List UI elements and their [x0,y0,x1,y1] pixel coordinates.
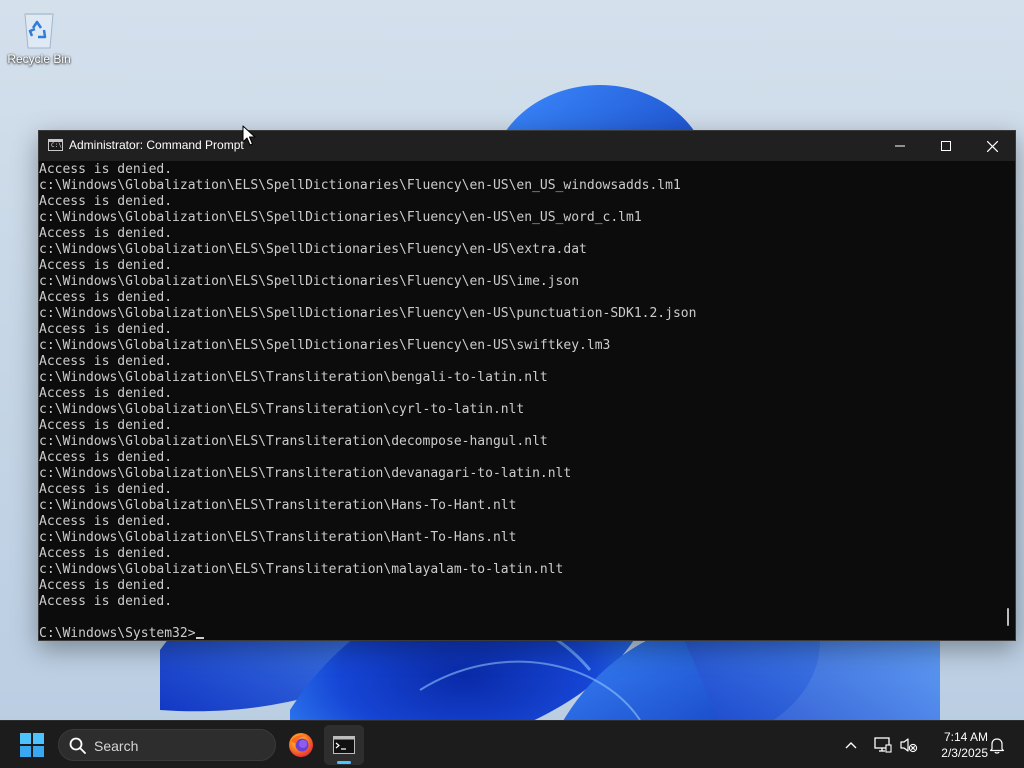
clock-date: 2/3/2025 [941,746,988,760]
console-line: Access is denied. [39,194,173,209]
console-line: c:\Windows\Globalization\ELS\Translitera… [39,434,548,449]
console-line: c:\Windows\Globalization\ELS\SpellDictio… [39,178,681,193]
console-line: c:\Windows\Globalization\ELS\SpellDictio… [39,306,697,321]
notifications-button[interactable] [986,731,1008,759]
chevron-up-icon [845,742,857,749]
show-hidden-icons-button[interactable] [840,731,862,759]
search-label: Search [94,738,139,754]
active-app-indicator [337,761,351,764]
scrollbar-thumb[interactable] [1007,608,1009,626]
volume-button[interactable] [898,731,920,759]
console-line: Access is denied. [39,386,173,401]
taskbar-firefox[interactable] [281,725,321,765]
network-icon [874,737,892,753]
console-line: Access is denied. [39,258,173,273]
taskbar: Search 7:14 AM 2/3/2025 [0,720,1024,768]
console-line: c:\Windows\Globalization\ELS\SpellDictio… [39,242,587,257]
maximize-icon [941,141,951,151]
console-line: Access is denied. [39,290,173,305]
console-line: Access is denied. [39,322,173,337]
close-icon [986,140,998,152]
console-lines: Access is denied. c:\Windows\Globalizatio… [39,162,999,626]
console-line: c:\Windows\Globalization\ELS\Translitera… [39,530,517,545]
command-prompt-window[interactable]: C:\ Administrator: Command Prompt Access… [38,130,1016,641]
console-line: Access is denied. [39,418,173,433]
taskbar-clock[interactable]: 7:14 AM 2/3/2025 [926,729,988,761]
minimize-button[interactable] [877,131,923,161]
console-line: Access is denied. [39,226,173,241]
console-line: Access is denied. [39,594,173,609]
bell-icon [989,737,1005,754]
start-button[interactable] [12,725,52,765]
recycle-bin-label: Recycle Bin [7,52,71,66]
console-line: c:\Windows\Globalization\ELS\SpellDictio… [39,338,611,353]
taskbar-command-prompt[interactable] [324,725,364,765]
console-line: c:\Windows\Globalization\ELS\Translitera… [39,498,517,513]
window-titlebar[interactable]: C:\ Administrator: Command Prompt [39,131,1015,161]
minimize-icon [895,145,905,147]
console-line: c:\Windows\Globalization\ELS\SpellDictio… [39,274,580,289]
console-prompt: C:\Windows\System32> [39,626,196,640]
clock-time: 7:14 AM [943,730,988,744]
taskbar-search[interactable]: Search [58,729,276,761]
console-line: Access is denied. [39,354,173,369]
console-scrollbar[interactable] [998,162,1015,640]
console-line: c:\Windows\Globalization\ELS\Translitera… [39,562,564,577]
console-line: c:\Windows\Globalization\ELS\Translitera… [39,402,525,417]
command-prompt-icon [333,736,355,754]
recycle-bin-icon [24,13,54,49]
text-cursor [195,637,204,639]
desktop-icon-recycle-bin[interactable]: Recycle Bin [4,6,74,78]
console-prompt-line[interactable]: C:\Windows\System32> [39,626,999,640]
search-icon [69,737,86,754]
windows-start-icon [20,733,44,757]
console-line: c:\Windows\Globalization\ELS\Translitera… [39,466,572,481]
desktop: Recycle Bin C:\ Administrator: Command P… [0,0,1024,768]
close-button[interactable] [969,131,1015,161]
command-prompt-icon: C:\ [48,139,63,151]
console-line: Access is denied. [39,514,173,529]
network-button[interactable] [872,731,894,759]
maximize-button[interactable] [923,131,969,161]
console-line: c:\Windows\Globalization\ELS\Translitera… [39,370,548,385]
console-output[interactable]: Access is denied. c:\Windows\Globalizatio… [39,162,999,640]
console-line: Access is denied. [39,162,173,177]
volume-muted-icon [900,738,918,753]
console-line: Access is denied. [39,546,173,561]
console-line: Access is denied. [39,578,173,593]
console-line: Access is denied. [39,482,173,497]
console-line: Access is denied. [39,450,173,465]
console-line: c:\Windows\Globalization\ELS\SpellDictio… [39,210,642,225]
window-title: Administrator: Command Prompt [69,138,244,152]
firefox-icon [289,733,313,757]
